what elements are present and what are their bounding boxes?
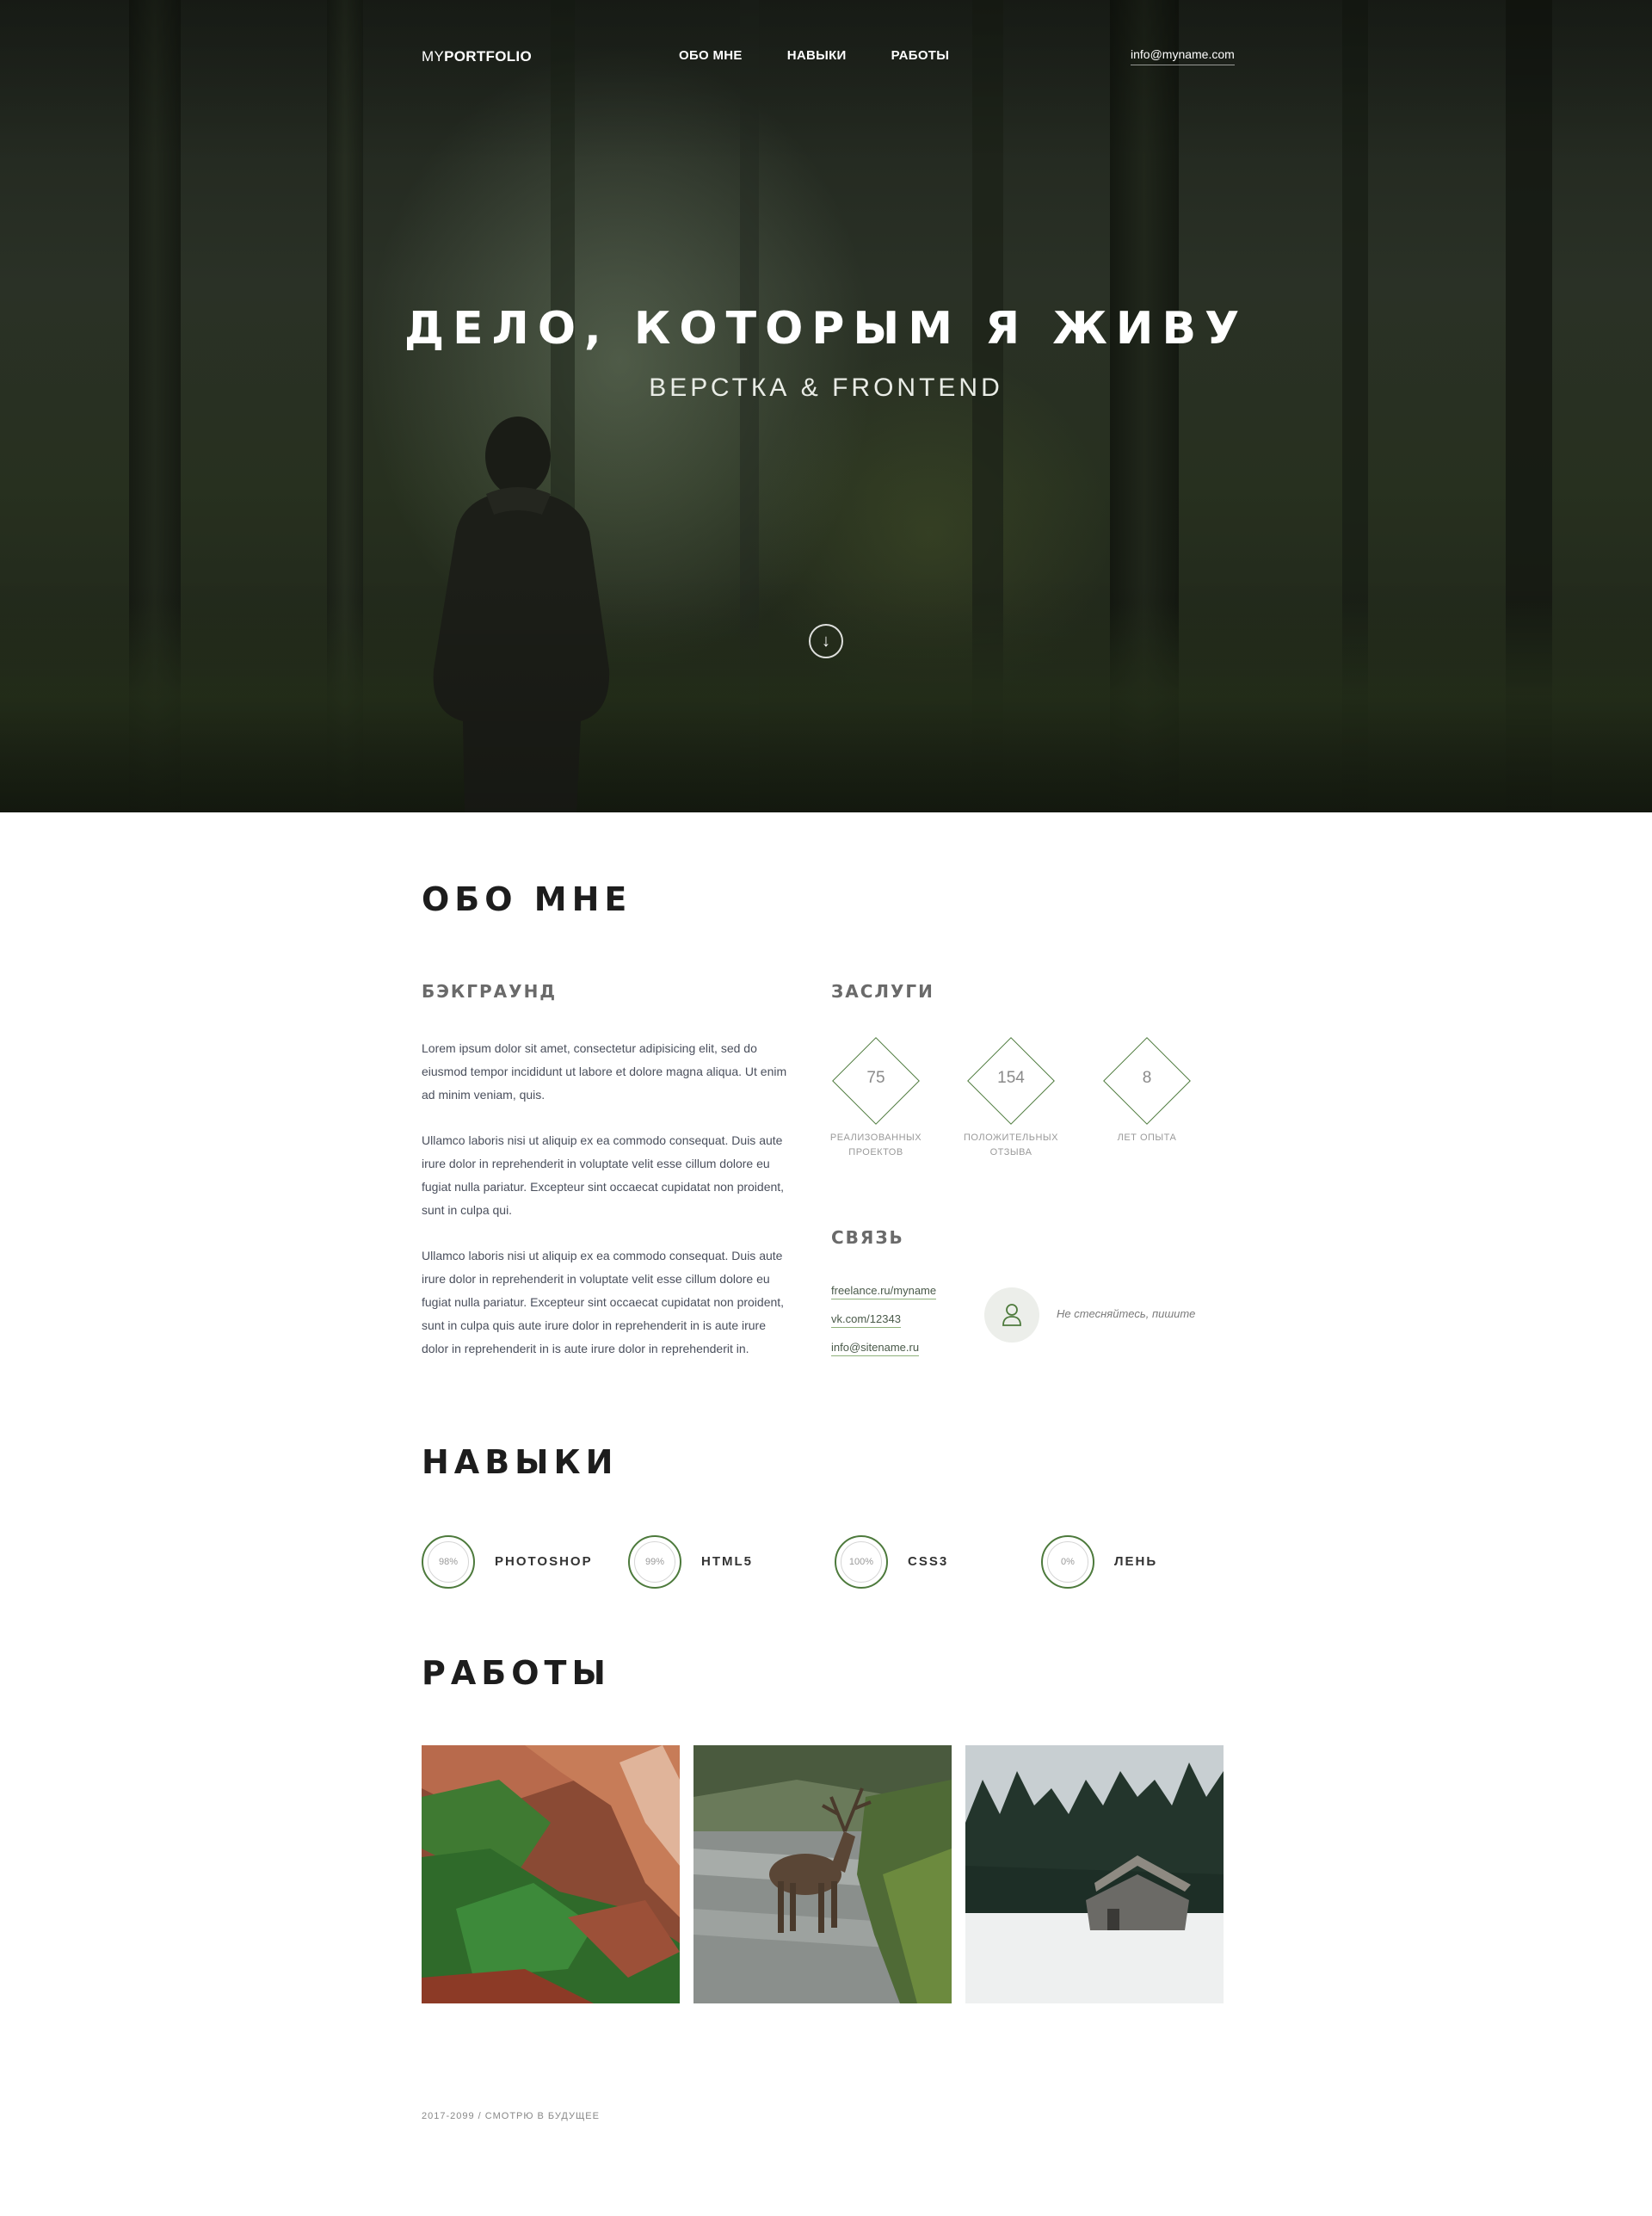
about-title: ОБО МНЕ bbox=[422, 880, 632, 918]
stat-label: ЛЕТ ОПЫТА bbox=[1091, 1131, 1203, 1145]
user-icon bbox=[1002, 1304, 1021, 1326]
nav-item-about[interactable]: ОБО МНЕ bbox=[679, 48, 743, 63]
works-title: РАБОТЫ bbox=[422, 1654, 611, 1692]
stat-value: 75 bbox=[866, 1069, 885, 1087]
contact-title: СВЯЗЬ bbox=[831, 1227, 904, 1248]
logo-bold-text: PORTFOLIO bbox=[444, 48, 532, 65]
canyon-photo bbox=[422, 1745, 680, 2003]
about-paragraph: Ullamco laboris nisi ut aliquip ex ea co… bbox=[422, 1133, 785, 1217]
skill-percent: 100% bbox=[841, 1541, 882, 1583]
skills-title: НАВЫКИ bbox=[422, 1443, 619, 1481]
contact-link-email[interactable]: info@sitename.ru bbox=[831, 1341, 920, 1356]
footer-text: 2017-2099 / СМОТРЮ В БУДУЩЕЕ bbox=[422, 2111, 600, 2121]
skill-ring: 100% bbox=[835, 1535, 888, 1589]
deer-photo bbox=[693, 1745, 952, 2003]
avatar[interactable] bbox=[984, 1287, 1039, 1343]
skill-ring: 98% bbox=[422, 1535, 475, 1589]
nav-item-works[interactable]: РАБОТЫ bbox=[891, 48, 950, 63]
stat-value: 8 bbox=[1142, 1069, 1152, 1087]
work-item-deer[interactable] bbox=[693, 1745, 952, 2003]
contact-note: Не стесняйтесь, пишите bbox=[1057, 1307, 1196, 1320]
scroll-down-button[interactable]: ↓ bbox=[809, 624, 843, 658]
work-item-canyon[interactable] bbox=[422, 1745, 680, 2003]
hero-subtitle: ВЕРСТКА & FRONTEND bbox=[649, 373, 1003, 402]
merits-title: ЗАСЛУГИ bbox=[831, 981, 934, 1002]
work-item-cabin[interactable] bbox=[965, 1745, 1224, 2003]
skill-percent: 99% bbox=[634, 1541, 675, 1583]
nav-email-link[interactable]: info@myname.com bbox=[1131, 47, 1235, 65]
stat-label-line: ЛЕТ ОПЫТА bbox=[1117, 1133, 1177, 1143]
arrow-down-icon: ↓ bbox=[822, 632, 830, 651]
about-paragraph: Ullamco laboris nisi ut aliquip ex ea co… bbox=[422, 1249, 785, 1355]
stat-experience: 8 ЛЕТ ОПЫТА bbox=[1091, 1036, 1203, 1145]
skill-percent: 98% bbox=[428, 1541, 469, 1583]
stat-label-line: РЕАЛИЗОВАННЫХ bbox=[829, 1133, 922, 1143]
skill-ring: 99% bbox=[628, 1535, 681, 1589]
stat-label: РЕАЛИЗОВАННЫХ ПРОЕКТОВ bbox=[820, 1131, 932, 1160]
nav-item-skills[interactable]: НАВЫКИ bbox=[787, 48, 847, 63]
stat-label-line: ПОЛОЖИТЕЛЬНЫХ bbox=[964, 1133, 1058, 1143]
main-menu: ОБО МНЕ НАВЫКИ РАБОТЫ bbox=[679, 48, 949, 63]
stat-label-line: ОТЗЫВА bbox=[989, 1147, 1032, 1157]
skill-name: PHOTOSHOP bbox=[495, 1554, 593, 1569]
skill-name: HTML5 bbox=[701, 1554, 753, 1569]
stat-label: ПОЛОЖИТЕЛЬНЫХ ОТЗЫВА bbox=[955, 1131, 1067, 1160]
skill-name: ЛЕНЬ bbox=[1114, 1554, 1158, 1569]
cabin-photo bbox=[965, 1745, 1224, 2003]
top-nav: MYPORTFOLIO ОБО МНЕ НАВЫКИ РАБОТЫ info@m… bbox=[0, 0, 1652, 112]
hero-overlay bbox=[0, 0, 1652, 812]
hero-title: ДЕЛО, КОТОРЫМ Я ЖИВУ bbox=[404, 303, 1248, 355]
skill-name: CSS3 bbox=[908, 1554, 949, 1569]
stat-projects: 75 РЕАЛИЗОВАННЫХ ПРОЕКТОВ bbox=[820, 1036, 932, 1160]
skill-ring: 0% bbox=[1041, 1535, 1094, 1589]
skill-percent: 0% bbox=[1047, 1541, 1088, 1583]
about-paragraph: Lorem ipsum dolor sit amet, consectetur … bbox=[422, 1041, 787, 1102]
site-logo[interactable]: MYPORTFOLIO bbox=[422, 48, 532, 65]
logo-light-text: MY bbox=[422, 48, 445, 65]
stat-reviews: 154 ПОЛОЖИТЕЛЬНЫХ ОТЗЫВА bbox=[955, 1036, 1067, 1160]
stat-label-line: ПРОЕКТОВ bbox=[848, 1147, 903, 1157]
contact-link-vk[interactable]: vk.com/12343 bbox=[831, 1312, 901, 1328]
hero-section: MYPORTFOLIO ОБО МНЕ НАВЫКИ РАБОТЫ info@m… bbox=[0, 0, 1652, 812]
background-title: БЭКГРАУНД bbox=[422, 981, 558, 1002]
stat-value: 154 bbox=[997, 1069, 1025, 1087]
contact-link-freelance[interactable]: freelance.ru/myname bbox=[831, 1284, 937, 1299]
